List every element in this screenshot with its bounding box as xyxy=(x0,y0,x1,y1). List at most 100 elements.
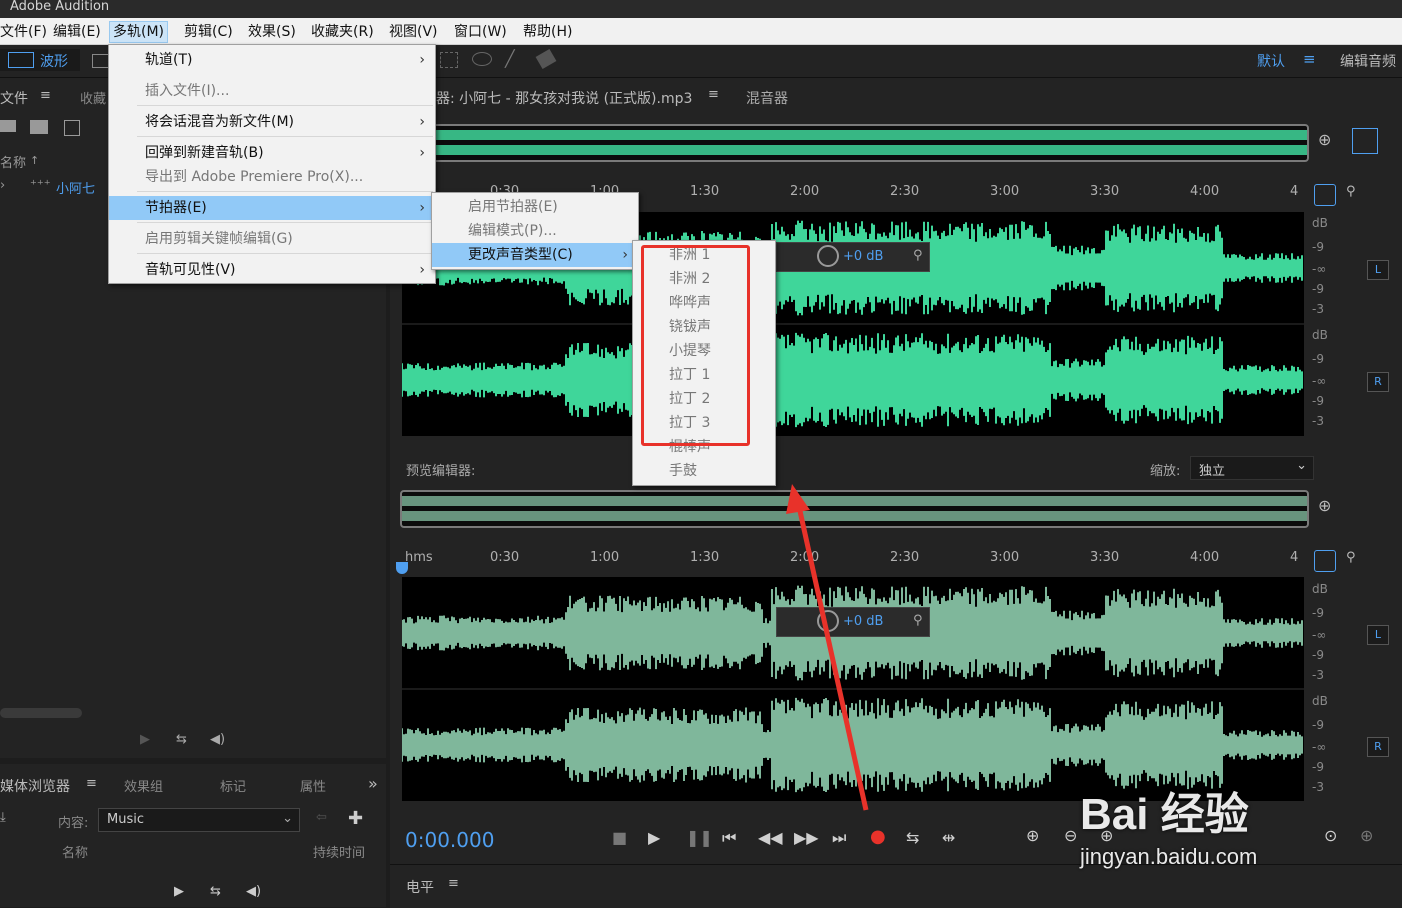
files-tab[interactable]: 文件 xyxy=(0,88,28,108)
markers-tab[interactable]: 标记 xyxy=(220,776,246,795)
fast-forward-icon[interactable]: ▶▶ xyxy=(794,828,819,847)
play-button-icon[interactable]: ▶ xyxy=(648,828,660,847)
playhead-marker[interactable] xyxy=(396,562,408,574)
rewind-icon[interactable]: ◀◀ xyxy=(758,828,783,847)
media-col-name[interactable]: 名称 xyxy=(62,842,88,861)
menu-item-bounce[interactable]: 回弹到新建音轨(B) › xyxy=(109,141,435,165)
preview-pin-icon[interactable]: ⚲ xyxy=(1346,550,1356,565)
back-arrow-icon[interactable]: ⇦ xyxy=(316,810,327,825)
menu-clip[interactable]: 剪辑(C) xyxy=(181,22,236,42)
chevron-down-icon: ⌄ xyxy=(282,811,293,826)
left-channel-button[interactable]: L xyxy=(1367,260,1389,280)
right-channel-button[interactable]: R xyxy=(1367,372,1389,392)
media-auto-play-icon[interactable]: ◀) xyxy=(246,884,261,899)
menu-item-edit-pattern[interactable]: 编辑模式(P)... xyxy=(432,219,638,243)
menu-view[interactable]: 视图(V) xyxy=(386,22,441,42)
db-scale-top: dB -9 -∞ -9 -3 dB -9 -∞ -9 -3 xyxy=(1312,214,1372,434)
spot-heal-icon[interactable] xyxy=(535,48,557,70)
play-icon[interactable]: ▶ xyxy=(140,732,150,747)
hud-pin-icon[interactable]: ⚲ xyxy=(913,248,923,263)
stop-icon[interactable]: ■ xyxy=(612,828,627,847)
menu-multitrack[interactable]: 多轨(M) xyxy=(109,21,169,43)
gain-knob-icon[interactable] xyxy=(817,245,839,267)
pause-icon[interactable]: ❚❚ xyxy=(686,828,713,847)
new-file-icon[interactable] xyxy=(64,120,80,136)
menu-item-tracks[interactable]: 轨道(T) › xyxy=(109,48,435,72)
mixer-tab[interactable]: 混音器 xyxy=(746,88,788,108)
spectral-view-icon[interactable] xyxy=(1352,128,1378,154)
more-tabs-icon[interactable]: » xyxy=(368,774,378,793)
record-icon[interactable]: ● xyxy=(870,826,886,847)
menu-edit[interactable]: 编辑(E) xyxy=(50,22,104,42)
workspace-menu-icon[interactable]: ≡ xyxy=(1303,50,1316,68)
preview-right-channel-button[interactable]: R xyxy=(1367,737,1389,757)
favorites-tab[interactable]: 收藏 xyxy=(80,88,106,107)
menu-effects[interactable]: 效果(S) xyxy=(245,22,299,42)
level-panel-menu-icon[interactable]: ≡ xyxy=(448,876,459,891)
files-tab-menu-icon[interactable]: ≡ xyxy=(40,88,51,103)
menu-item-enable-metronome[interactable]: 启用节拍器(E) xyxy=(432,195,638,219)
sound-type-item[interactable]: 手鼓 xyxy=(633,459,775,483)
workspace-default[interactable]: 默认 xyxy=(1257,51,1285,71)
hms-label: hms xyxy=(405,550,433,565)
menu-item-insert-file[interactable]: 插入文件(I)... xyxy=(109,79,435,103)
zoom-to-fit-icon[interactable]: ⊕ xyxy=(1318,130,1331,149)
brush-icon[interactable]: ╱ xyxy=(505,49,515,68)
content-dropdown[interactable]: Music ⌄ xyxy=(98,808,300,832)
overview-navigator[interactable] xyxy=(400,124,1309,162)
hud-gain[interactable]: +0 dB ⚲ xyxy=(776,242,930,272)
lasso-icon[interactable] xyxy=(472,52,492,66)
preview-hud-pin-icon[interactable]: ⚲ xyxy=(913,613,923,628)
preview-snap-icon[interactable] xyxy=(1314,550,1336,572)
editor-tab-menu-icon[interactable]: ≡ xyxy=(708,87,719,102)
media-loop-icon[interactable]: ⇆ xyxy=(210,884,221,899)
waveform-mode-button[interactable]: 波形 xyxy=(0,49,80,71)
menu-item-change-sound-type[interactable]: 更改声音类型(C) › xyxy=(432,243,638,267)
media-col-duration[interactable]: 持续时间 xyxy=(313,842,365,861)
zoom-out-amplitude-icon[interactable]: ⊖ xyxy=(1064,826,1077,845)
loop-playback-icon[interactable]: ⇆ xyxy=(906,828,919,847)
add-shortcut-icon[interactable]: ✚ xyxy=(348,808,363,829)
workspace-edit-audio[interactable]: 编辑音频 xyxy=(1340,51,1396,71)
menu-help[interactable]: 帮助(H) xyxy=(520,22,575,42)
editor-tab-title[interactable]: 器: 小阿七 - 那女孩对我说 (正式版).mp3 xyxy=(436,88,692,108)
zoom-dropdown[interactable]: 独立 ⌄ xyxy=(1190,456,1314,480)
menu-item-export-premiere[interactable]: 导出到 Adobe Premiere Pro(X)... xyxy=(109,165,435,189)
media-play-icon[interactable]: ▶ xyxy=(174,884,184,899)
properties-tab[interactable]: 属性 xyxy=(300,776,326,795)
open-folder-icon[interactable] xyxy=(0,120,16,132)
preview-left-channel-button[interactable]: L xyxy=(1367,625,1389,645)
time-label: 4 xyxy=(1290,550,1299,565)
menu-favorites[interactable]: 收藏夹(R) xyxy=(308,22,377,42)
db-label: -9 xyxy=(1312,606,1324,620)
files-scrollbar[interactable] xyxy=(0,708,82,718)
go-to-start-icon[interactable]: ⏮ xyxy=(722,828,736,848)
multitrack-menu: 轨道(T) › 插入文件(I)... 将会话混音为新文件(M) › 回弹到新建音轨(… xyxy=(108,44,436,284)
menu-file[interactable]: 文件(F) xyxy=(0,22,50,42)
import-icon[interactable] xyxy=(30,120,48,134)
effects-rack-tab[interactable]: 效果组 xyxy=(124,776,163,795)
menu-item-metronome[interactable]: 节拍器(E) › xyxy=(109,196,435,220)
file-item[interactable]: 小阿七 xyxy=(56,178,95,197)
marquee-icon[interactable] xyxy=(440,52,458,68)
expand-icon[interactable]: › xyxy=(0,178,5,193)
menu-window[interactable]: 窗口(W) xyxy=(451,22,510,42)
menu-separator xyxy=(137,253,433,254)
auto-play-icon[interactable]: ◀) xyxy=(210,732,225,747)
time-display[interactable]: 0:00.000 xyxy=(405,828,494,852)
menu-item-track-visibility[interactable]: 音轨可见性(V) › xyxy=(109,258,435,282)
db-label: dB xyxy=(1312,582,1328,596)
loop-icon[interactable]: ⇆ xyxy=(176,732,187,747)
files-col-name[interactable]: 名称 xyxy=(0,152,26,171)
skip-selection-icon[interactable]: ⇹ xyxy=(942,828,955,847)
snap-icon[interactable] xyxy=(1314,184,1336,206)
media-browser-tab[interactable]: 媒体浏览器 xyxy=(0,776,70,796)
menu-item-clip-keyframes[interactable]: 启用剪辑关键帧编辑(G) xyxy=(109,227,435,251)
pin-icon[interactable]: ⚲ xyxy=(1346,184,1356,199)
media-browser-menu-icon[interactable]: ≡ xyxy=(86,776,97,791)
preview-zoom-fit-icon[interactable]: ⊕ xyxy=(1318,496,1331,515)
zoom-in-amplitude-icon[interactable]: ⊕ xyxy=(1026,826,1039,845)
download-icon[interactable]: ⤓ xyxy=(0,810,6,825)
go-to-end-icon[interactable]: ⏭ xyxy=(832,828,846,848)
menu-item-mixdown[interactable]: 将会话混音为新文件(M) › xyxy=(109,110,435,134)
